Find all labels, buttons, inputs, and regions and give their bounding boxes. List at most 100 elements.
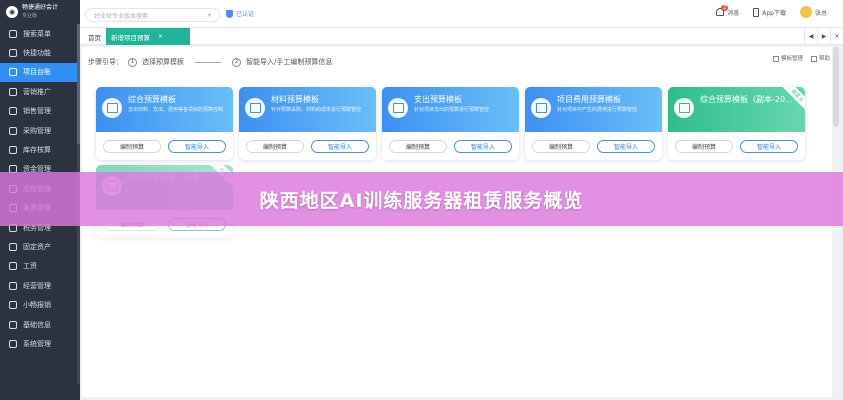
card-description: 针对预算采购、材料的成本进行预算管控: [271, 107, 362, 113]
help-link[interactable]: 帮助: [810, 54, 830, 62]
template-card[interactable]: 支出预算模板 针对项目支出的预算进行预算管控 编制预算 智能导入: [382, 87, 519, 160]
search-placeholder: 好业财专业版本搜索: [94, 12, 149, 20]
card-title: 综合预算模板: [128, 95, 176, 104]
sidebar-item-label: 基础信息: [23, 320, 51, 329]
edit-budget-button[interactable]: 编制预算: [532, 139, 590, 153]
edit-budget-button[interactable]: 编制预算: [675, 139, 733, 153]
sidebar-item-label: 小畅报销: [23, 301, 51, 310]
tab-scroll-left-icon[interactable]: ◀: [804, 28, 817, 45]
sidebar-item-6[interactable]: 库存核算: [0, 140, 80, 159]
sidebar-item-1[interactable]: 快捷功能: [0, 43, 80, 62]
card-description: 支出材料、支出、费用等各项目的预算控制: [128, 107, 224, 113]
template-manage-link[interactable]: 模板管理: [772, 54, 803, 62]
menu-icon: [9, 68, 17, 77]
sidebar-item-label: 快捷功能: [23, 49, 51, 58]
smart-import-button[interactable]: 智能导入: [454, 139, 512, 153]
template-card[interactable]: 项目费用预算模板 针对项目中产生的费用进行预算管控 编制预算 智能导入: [525, 87, 662, 160]
card-actions: 编制预算智能导入: [668, 132, 805, 160]
sidebar-item-0[interactable]: 搜索菜单: [0, 24, 80, 43]
sidebar-item-label: 搜索菜单: [23, 29, 51, 38]
sidebar-item-label: 系统管理: [23, 339, 51, 348]
card-actions: 编制预算智能导入: [382, 132, 519, 160]
menu-icon: [9, 87, 17, 96]
card-title: 材料预算模板: [271, 95, 319, 104]
template-card[interactable]: 综合预算模板（副本-20... 自定义 编制预算 智能导入: [668, 87, 805, 160]
template-icon: [388, 98, 408, 118]
messages-button[interactable]: 2 消息: [716, 4, 740, 17]
sidebar-item-14[interactable]: 小畅报销: [0, 295, 80, 314]
smart-import-button[interactable]: 智能导入: [740, 139, 798, 153]
sidebar-item-2[interactable]: 项目台账: [0, 62, 80, 83]
menu-icon: [9, 281, 17, 290]
template-card[interactable]: 材料预算模板针对预算采购、材料的成本进行预算管控编制预算 智能导入: [239, 87, 376, 160]
sidebar-item-4[interactable]: 销售管理: [0, 102, 80, 121]
menu-icon: [9, 107, 17, 116]
card-actions: 编制预算智能导入: [239, 132, 376, 160]
sidebar-item-label: 营销推广: [23, 87, 51, 96]
user-label: 张总: [814, 9, 827, 17]
card-header: 项目费用预算模板 针对项目中产生的费用进行预算管控: [525, 87, 662, 132]
shield-icon: [226, 9, 233, 18]
template-icon: [674, 98, 694, 118]
logo-icon: ◉: [6, 6, 18, 18]
app-download-label: App下载: [762, 9, 786, 17]
sidebar-item-15[interactable]: 基础信息: [0, 315, 80, 334]
sidebar-item-11[interactable]: 固定资产: [0, 237, 80, 256]
tab-home-label: 首页: [88, 33, 101, 42]
sidebar-item-5[interactable]: 采购管理: [0, 121, 80, 140]
top-bar: 好业财专业版本搜索 ▾ 已认证 2 消息 App下载 张总: [80, 0, 843, 28]
verified-label: 已认证: [236, 11, 255, 18]
menu-icon: [9, 49, 17, 58]
messages-label: 消息: [727, 9, 740, 17]
help-icon: [810, 55, 817, 62]
phone-icon: [753, 7, 760, 17]
edit-budget-button[interactable]: 编制预算: [246, 139, 304, 153]
card-actions: 编制预算智能导入: [525, 132, 662, 160]
card-actions: 编制预算智能导入: [96, 132, 233, 160]
sidebar-item-12[interactable]: 工资: [0, 257, 80, 276]
sidebar-item-label: 固定资产: [23, 242, 51, 251]
menu-icon: [9, 301, 17, 310]
sidebar-item-label: 工资: [23, 262, 37, 271]
card-title: 项目费用预算模板: [557, 95, 621, 104]
template-card[interactable]: 综合预算模板支出材料、支出、费用等各项目的预算控制编制预算 智能导入: [96, 87, 233, 160]
sidebar-item-16[interactable]: 系统管理: [0, 334, 80, 353]
sidebar-item-13[interactable]: 经营管理: [0, 276, 80, 295]
close-icon[interactable]: ×: [158, 33, 163, 40]
menu-icon: [9, 242, 17, 251]
smart-import-button[interactable]: 智能导入: [597, 139, 655, 153]
tab-scroll-right-icon[interactable]: ▶: [817, 28, 830, 45]
verified-status[interactable]: 已认证: [226, 9, 254, 18]
template-icon: [102, 98, 122, 118]
template-icon: [772, 55, 779, 62]
app-download-button[interactable]: App下载: [753, 7, 786, 17]
sidebar-item-label: 采购管理: [23, 126, 51, 135]
card-header: 综合预算模板（副本-20... 自定义: [668, 87, 805, 132]
tab-new-project-budget[interactable]: 新增项目预算 ×: [106, 28, 190, 45]
step1-number: 1: [128, 57, 137, 67]
tab-home[interactable]: 首页: [83, 28, 106, 45]
step-guide-prefix: 步骤引导：: [88, 58, 123, 66]
edit-budget-button[interactable]: 编制预算: [103, 139, 161, 153]
card-header: 综合预算模板支出材料、支出、费用等各项目的预算控制: [96, 87, 233, 132]
search-input[interactable]: 好业财专业版本搜索 ▾: [85, 8, 220, 22]
overlay-banner: 陕西地区AI训练服务器租赁服务概览: [0, 172, 843, 226]
menu-icon: [9, 262, 17, 271]
step2-number: 2: [232, 57, 241, 67]
tab-close-all-icon[interactable]: ✕: [830, 28, 843, 45]
tab-active-label: 新增项目预算: [111, 33, 150, 42]
step2-label: 智能导入/手工编制预算信息: [246, 58, 333, 66]
app-logo[interactable]: ◉ 畅捷通好会计 专业版: [0, 0, 80, 24]
sidebar-item-3[interactable]: 营销推广: [0, 82, 80, 101]
user-menu[interactable]: 张总: [799, 6, 827, 18]
smart-import-button[interactable]: 智能导入: [168, 139, 226, 153]
smart-import-button[interactable]: 智能导入: [311, 139, 369, 153]
step1-label: 选择预算模板: [142, 58, 184, 66]
chevron-down-icon[interactable]: ▾: [208, 12, 211, 19]
card-header: 支出预算模板 针对项目支出的预算进行预算管控: [382, 87, 519, 132]
logo-subtitle: 专业版: [22, 13, 38, 19]
card-title: 支出预算模板: [414, 95, 462, 104]
tab-bar: 首页 新增项目预算 × ◀ ▶ ✕: [80, 28, 843, 45]
edit-budget-button[interactable]: 编制预算: [389, 139, 447, 153]
sidebar-item-label: 库存核算: [23, 146, 51, 155]
